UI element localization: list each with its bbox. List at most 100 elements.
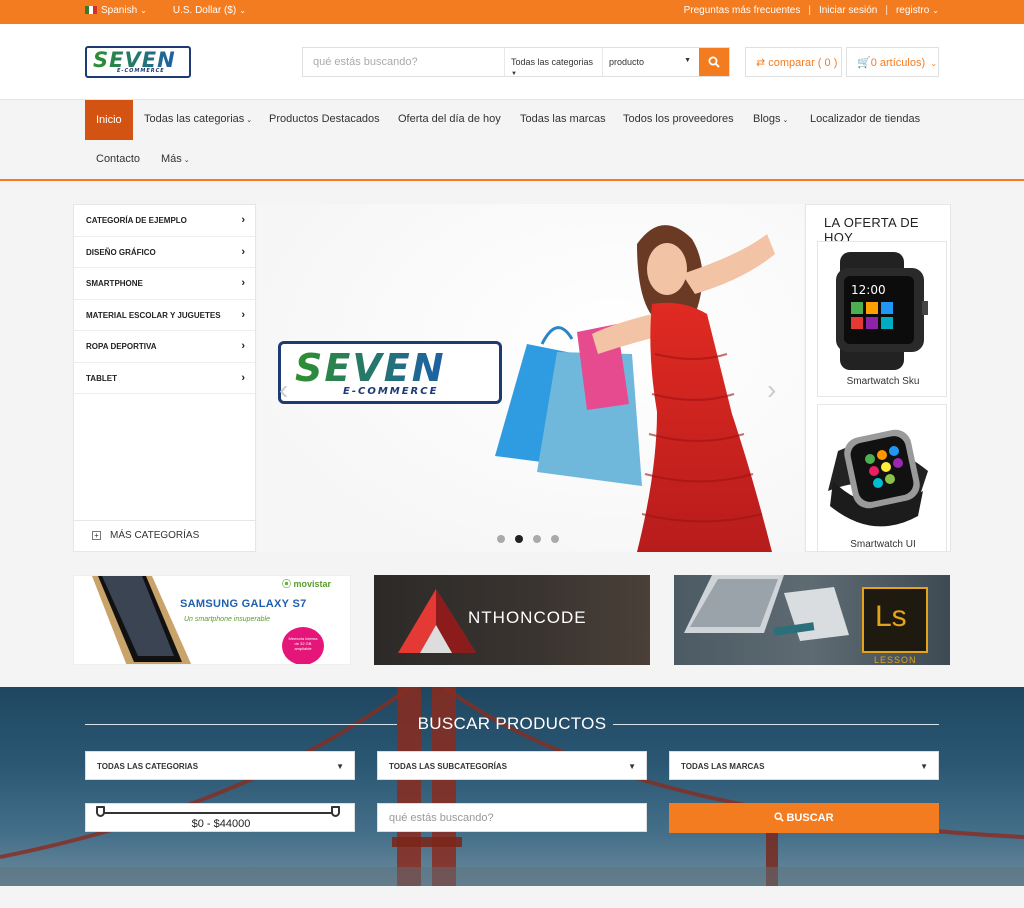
- nav-item-destacados[interactable]: Productos Destacados: [269, 113, 380, 125]
- deal-product-card[interactable]: Smartwatch UI: [817, 404, 948, 551]
- slider-dot[interactable]: [497, 535, 505, 543]
- mexico-flag-icon: [85, 6, 97, 14]
- search-button[interactable]: [699, 48, 729, 76]
- slider-prev-arrow[interactable]: ‹: [279, 374, 288, 406]
- banner-title: SAMSUNG GALAXY S7: [180, 598, 307, 610]
- more-categories-button[interactable]: + MÁS CATEGORÍAS: [74, 520, 255, 551]
- product-search-input[interactable]: qué estás buscando?: [377, 803, 647, 832]
- faq-link[interactable]: Preguntas más frecuentes: [684, 5, 801, 16]
- svg-text:12:00: 12:00: [851, 283, 886, 297]
- smartwatch-image: [828, 429, 928, 527]
- category-select[interactable]: Todas las categorias ▼: [505, 48, 603, 77]
- currency-selector[interactable]: U.S. Dollar ($) ⌄: [173, 5, 246, 16]
- compare-icon: ⇄: [756, 57, 769, 69]
- cart-icon: 🛒: [857, 57, 871, 69]
- deal-product-card[interactable]: 12:00 Smartwatch Sku: [817, 241, 947, 397]
- chevron-down-icon: ⌄: [140, 6, 147, 15]
- lightroom-logo: Ls: [862, 587, 928, 653]
- search-icon: [708, 56, 720, 68]
- phone-image: [92, 576, 192, 664]
- divider: |: [885, 5, 888, 16]
- site-logo[interactable]: SEVEN E-COMMERCE: [85, 46, 191, 78]
- anthoncode-banner[interactable]: NTHONCODE: [374, 575, 650, 665]
- caret-down-icon: ▼: [628, 762, 636, 771]
- range-min-handle[interactable]: [96, 806, 105, 817]
- top-bar: Spanish ⌄ U.S. Dollar ($) ⌄ Preguntas más …: [0, 0, 1024, 24]
- buscar-button[interactable]: BUSCAR: [669, 803, 939, 833]
- nav-item-mas[interactable]: Más ⌄: [161, 153, 190, 165]
- caret-down-icon: ▼: [336, 762, 344, 771]
- nav-item-inicio[interactable]: Inicio: [85, 100, 133, 140]
- slider-dots: [497, 535, 559, 543]
- nav-item-blogs[interactable]: Blogs ⌄: [753, 113, 788, 125]
- register-link[interactable]: registro ⌄: [896, 5, 939, 16]
- deal-title: LA OFERTA DE HOY: [824, 215, 919, 245]
- smartwatch-image: 12:00: [836, 252, 928, 370]
- range-track: [100, 812, 336, 814]
- nav-item-proveedores[interactable]: Todos los proveedores: [623, 113, 734, 125]
- type-select[interactable]: producto ▼: [603, 48, 699, 76]
- search-bar: qué estás buscando? Todas las categorias…: [302, 47, 730, 77]
- banner-subtitle: LESSON: [874, 655, 917, 665]
- language-selector[interactable]: Spanish ⌄: [85, 5, 147, 16]
- chevron-right-icon: ›: [241, 340, 245, 352]
- slider-dot[interactable]: [533, 535, 541, 543]
- compare-button[interactable]: ⇄ comparar ( 0 ): [745, 47, 842, 77]
- chevron-right-icon: ›: [241, 245, 245, 258]
- chevron-right-icon: ›: [241, 371, 245, 384]
- caret-down-icon: ▼: [920, 762, 928, 771]
- caret-down-icon: ▼: [684, 57, 691, 64]
- category-item[interactable]: CATEGORÍA DE EJEMPLO ›: [74, 205, 255, 237]
- product-search-section: BUSCAR PRODUCTOS TODAS LAS CATEGORIAS ▼ T…: [0, 687, 1024, 886]
- subcategories-select[interactable]: TODAS LAS SUBCATEGORÍAS ▼: [377, 751, 647, 780]
- range-max-handle[interactable]: [331, 806, 340, 817]
- banner-title: NTHONCODE: [468, 608, 587, 627]
- slider-next-arrow[interactable]: ›: [767, 374, 776, 406]
- movistar-m-icon: ⦿: [282, 579, 292, 589]
- category-item[interactable]: ROPA DEPORTIVA ›: [74, 331, 255, 363]
- deal-product-name[interactable]: Smartwatch UI: [818, 539, 948, 550]
- nav-item-marcas[interactable]: Todas las marcas: [520, 113, 606, 125]
- plus-icon: +: [92, 531, 101, 540]
- section-title: BUSCAR PRODUCTOS: [417, 714, 607, 733]
- divider: |: [808, 5, 811, 16]
- banner-subtitle: Un smartphone insuperable: [184, 616, 270, 623]
- laptop-image: [684, 575, 849, 641]
- search-input[interactable]: qué estás buscando?: [303, 48, 505, 76]
- price-range-slider[interactable]: $0 - $44000: [85, 803, 355, 832]
- todays-deal-panel: LA OFERTA DE HOY 12:00 Smartwatch Sku Sm…: [805, 204, 951, 552]
- login-link[interactable]: Iniciar sesión: [819, 5, 877, 16]
- category-item[interactable]: DISEÑO GRÁFICO ›: [74, 237, 255, 268]
- chevron-down-icon: ⌄: [928, 59, 938, 68]
- movistar-logo: ⦿ movistar: [282, 579, 332, 589]
- main-nav: Inicio Todas las categorias ⌄ Productos …: [0, 100, 1024, 181]
- memory-badge: Memoria interna de 32 GB ampliable: [282, 627, 324, 664]
- category-item[interactable]: TABLET ›: [74, 363, 255, 394]
- deal-product-name[interactable]: Smartwatch Sku: [818, 376, 948, 387]
- hero-slider: SEVEN E-COMMERCE ‹ ›: [257, 204, 804, 552]
- price-range-label: $0 - $44000: [191, 818, 251, 830]
- category-item[interactable]: MATERIAL ESCOLAR Y JUGUETES ›: [74, 300, 255, 331]
- brands-select[interactable]: TODAS LAS MARCAS ▼: [669, 751, 939, 780]
- lesson-banner[interactable]: Ls LESSON: [674, 575, 950, 665]
- footer-strip: [0, 886, 1024, 908]
- slider-logo: SEVEN E-COMMERCE: [278, 341, 502, 404]
- search-icon: [774, 812, 785, 822]
- nav-item-localizador[interactable]: Localizador de tiendas: [810, 113, 920, 125]
- slider-dot-active[interactable]: [515, 535, 523, 543]
- cart-button[interactable]: 🛒0 artículos) ⌄: [846, 47, 939, 77]
- chevron-down-icon: ⌄: [239, 6, 246, 15]
- site-header: SEVEN E-COMMERCE qué estás buscando? Tod…: [0, 24, 1024, 100]
- chevron-right-icon: ›: [241, 277, 245, 289]
- samsung-banner[interactable]: ⦿ movistar SAMSUNG GALAXY S7 Un smartpho…: [73, 575, 351, 665]
- nav-item-categorias[interactable]: Todas las categorias ⌄: [144, 113, 252, 125]
- chevron-down-icon: ⌄: [932, 6, 939, 15]
- chevron-right-icon: ›: [241, 308, 245, 321]
- slider-dot[interactable]: [551, 535, 559, 543]
- nav-item-oferta[interactable]: Oferta del día de hoy: [398, 113, 501, 125]
- category-item[interactable]: SMARTPHONE ›: [74, 268, 255, 300]
- category-panel: CATEGORÍA DE EJEMPLO › DISEÑO GRÁFICO › SM…: [73, 204, 256, 552]
- categories-select[interactable]: TODAS LAS CATEGORIAS ▼: [85, 751, 355, 780]
- anthoncode-logo-icon: [398, 589, 476, 653]
- nav-item-contacto[interactable]: Contacto: [96, 153, 140, 165]
